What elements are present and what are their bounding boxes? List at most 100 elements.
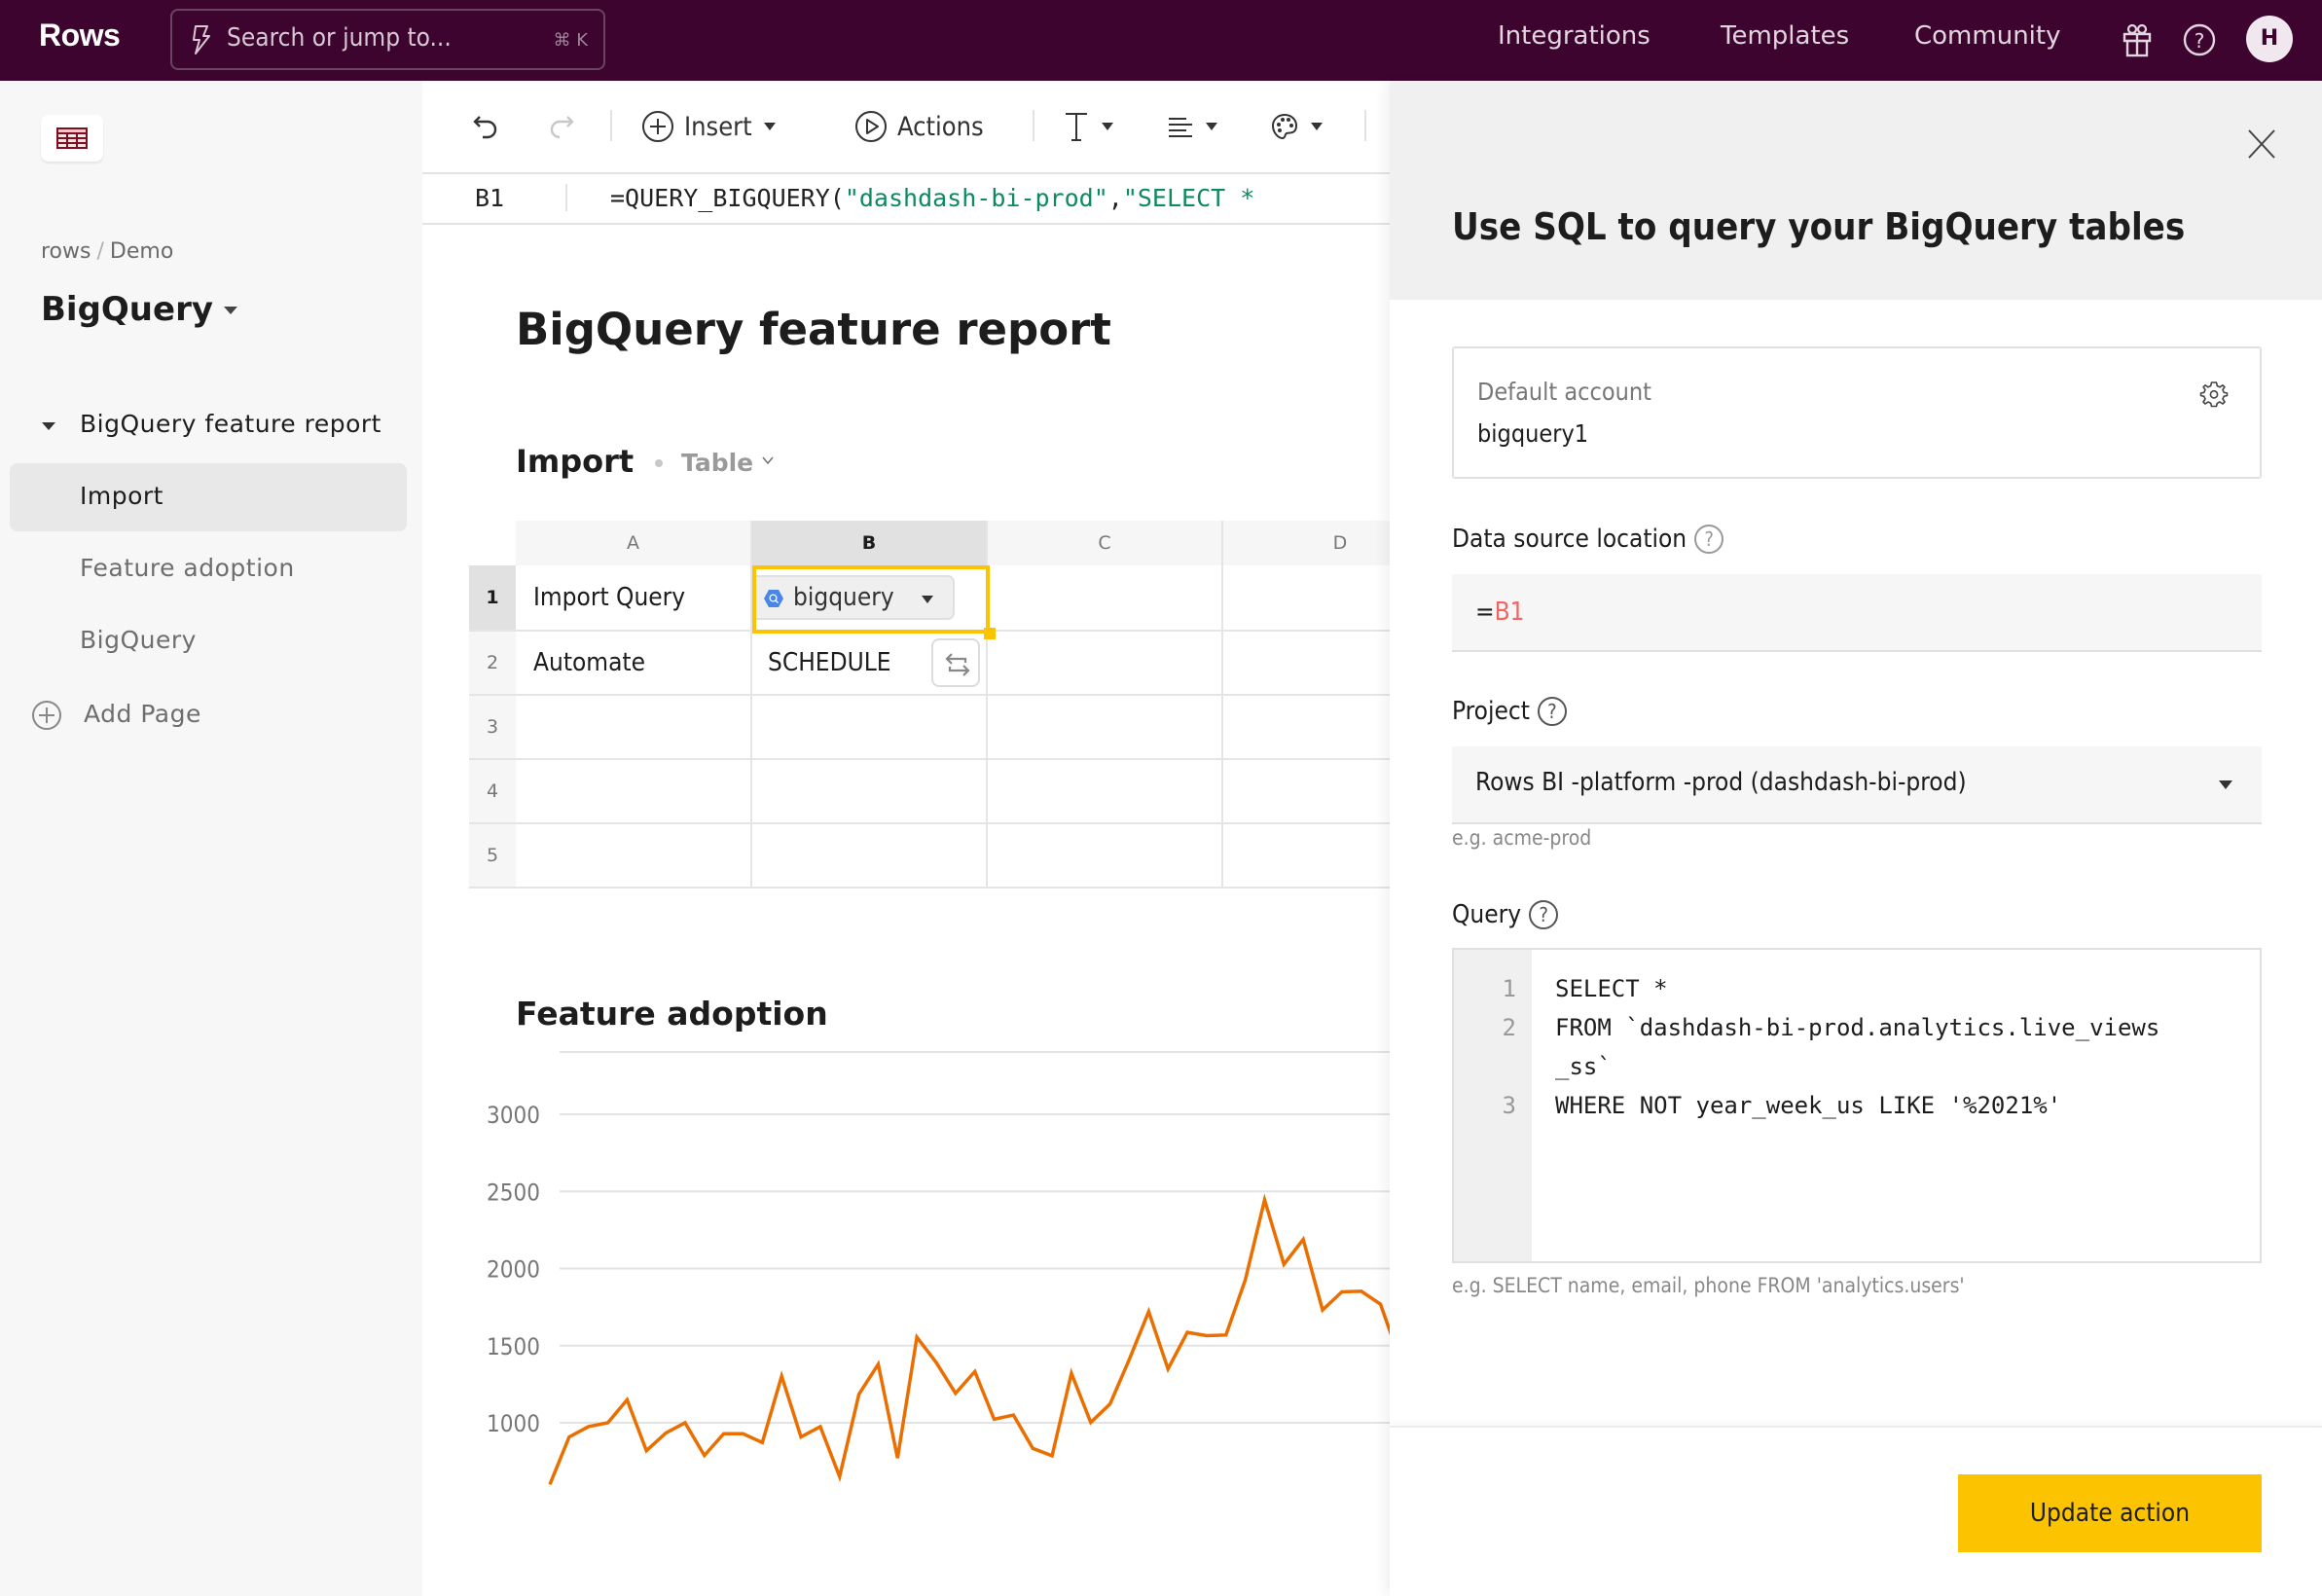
cell-d2[interactable]: [1223, 632, 1390, 696]
actions-button[interactable]: Actions: [854, 105, 984, 148]
undo-button[interactable]: [471, 105, 500, 148]
repeat-icon: [945, 653, 970, 676]
search-shortcut: ⌘ K: [553, 30, 588, 51]
query-label-text: Query: [1452, 900, 1522, 929]
close-icon[interactable]: [2246, 127, 2277, 161]
user-avatar[interactable]: H: [2246, 16, 2293, 62]
cell-c1[interactable]: [988, 565, 1223, 632]
text-format-button[interactable]: [1063, 105, 1113, 148]
caret-down-icon[interactable]: [42, 422, 55, 430]
help-icon[interactable]: ?: [1529, 900, 1559, 929]
schedule-button[interactable]: [931, 638, 980, 687]
help-icon[interactable]: ?: [2182, 21, 2217, 58]
cell-a4[interactable]: [516, 760, 752, 824]
cell-d3[interactable]: [1223, 696, 1390, 760]
redo-icon: [550, 116, 574, 139]
series-line-feature-adoption[interactable]: [548, 1193, 1390, 1486]
table-title[interactable]: Import: [516, 443, 634, 480]
query-editor[interactable]: 1 SELECT * 2 FROM `dashdash-bi-prod.anal…: [1452, 948, 2262, 1263]
cell-c3[interactable]: [988, 696, 1223, 760]
chart-canvas: 1000 1500 2000 2500 3000: [487, 1051, 1390, 1486]
sidebar-item-bigquery-feature-report[interactable]: BigQuery feature report: [10, 391, 407, 459]
row-header-4[interactable]: 4: [469, 760, 516, 824]
data-source-input[interactable]: =B1: [1452, 574, 2262, 652]
toolbar-divider: [610, 110, 612, 141]
sidebar-item-import[interactable]: Import: [10, 463, 407, 531]
panel-header: Use SQL to query your BigQuery tables: [1390, 81, 2322, 300]
insert-button[interactable]: Insert: [641, 105, 776, 148]
data-source-label-text: Data source location: [1452, 525, 1687, 554]
row-header-2[interactable]: 2: [469, 632, 516, 696]
code-line: WHERE NOT year_week_us LIKE '%2021%': [1555, 1092, 2062, 1119]
nav-community[interactable]: Community: [1914, 21, 2060, 51]
help-icon[interactable]: ?: [1537, 697, 1567, 726]
breadcrumb-demo[interactable]: Demo: [110, 239, 173, 264]
table-type-selector[interactable]: Table: [681, 449, 753, 477]
cell-c2[interactable]: [988, 632, 1223, 696]
column-header-b[interactable]: B: [752, 521, 988, 565]
palette-icon: [1271, 113, 1298, 140]
update-action-button[interactable]: Update action: [1958, 1474, 2262, 1552]
cell-a5[interactable]: [516, 824, 752, 889]
cell-d5[interactable]: [1223, 824, 1390, 889]
fill-handle[interactable]: [984, 628, 996, 639]
redo-button[interactable]: [547, 105, 576, 148]
add-page-button[interactable]: Add Page: [31, 694, 323, 737]
cell-c5[interactable]: [988, 824, 1223, 889]
toolbar-divider: [1364, 110, 1366, 141]
line-number: 1: [1502, 975, 1516, 1002]
align-button[interactable]: [1167, 105, 1217, 148]
chevron-down-icon[interactable]: [761, 453, 775, 467]
nav-templates[interactable]: Templates: [1721, 21, 1849, 51]
cell-b4[interactable]: [752, 760, 988, 824]
cell-b2[interactable]: SCHEDULE: [752, 632, 988, 696]
project-label: Project ?: [1452, 697, 1567, 726]
column-header-a[interactable]: A: [516, 521, 752, 565]
code-line: FROM `dashdash-bi-prod.analytics.live_vi…: [1555, 1014, 2160, 1041]
nav-integrations[interactable]: Integrations: [1498, 21, 1651, 51]
cell-reference[interactable]: B1: [475, 184, 504, 212]
search-placeholder: Search or jump to...: [227, 23, 452, 53]
project-hint: e.g. acme-prod: [1452, 826, 1592, 850]
feature-adoption-chart[interactable]: 1000 1500 2000 2500 3000: [467, 1032, 1390, 1596]
cell-b3[interactable]: [752, 696, 988, 760]
formula-input[interactable]: =QUERY_BIGQUERY("dashdash-bi-prod","SELE…: [610, 184, 1254, 212]
color-button[interactable]: [1270, 105, 1323, 148]
column-header-d[interactable]: D: [1223, 521, 1390, 565]
gift-icon[interactable]: [2120, 21, 2155, 58]
insert-label: Insert: [684, 111, 752, 142]
lightning-icon: [193, 25, 210, 54]
row-header-1[interactable]: 1: [469, 565, 516, 632]
cell-a1[interactable]: Import Query: [516, 565, 752, 632]
help-icon[interactable]: ?: [1694, 525, 1724, 554]
document-icon-tile[interactable]: [41, 115, 103, 162]
account-selector[interactable]: Default account bigquery1: [1452, 346, 2262, 479]
cell-b5[interactable]: [752, 824, 988, 889]
cell-d1[interactable]: [1223, 565, 1390, 632]
column-header-c[interactable]: C: [988, 521, 1223, 565]
breadcrumb: rows / Demo: [41, 239, 173, 264]
row-header-3[interactable]: 3: [469, 696, 516, 760]
cell-c4[interactable]: [988, 760, 1223, 824]
search-input[interactable]: Search or jump to... ⌘ K: [170, 9, 605, 70]
breadcrumb-rows[interactable]: rows: [41, 239, 91, 264]
project-select[interactable]: Rows BI -platform -prod (dashdash-bi-pro…: [1452, 746, 2262, 824]
page-title: BigQuery feature report: [516, 304, 1111, 355]
y-tick-label: 1500: [487, 1333, 540, 1360]
cell-a2[interactable]: Automate: [516, 632, 752, 696]
sidebar-item-bigquery[interactable]: BigQuery: [10, 607, 407, 675]
rows-logo[interactable]: Rows: [39, 18, 121, 54]
line-number: 2: [1502, 1014, 1516, 1041]
sidebar-item-feature-adoption[interactable]: Feature adoption: [10, 535, 407, 603]
workspace-title[interactable]: BigQuery: [41, 290, 213, 329]
cell-a3[interactable]: [516, 696, 752, 760]
sidebar: rows / Demo BigQuery BigQuery feature repo…: [0, 81, 422, 1596]
cell-d4[interactable]: [1223, 760, 1390, 824]
plus-circle-icon: [32, 701, 61, 730]
chevron-down-icon[interactable]: [224, 307, 237, 314]
caret-down-icon: [1102, 123, 1113, 130]
gear-icon[interactable]: [2199, 380, 2229, 409]
panel-footer: Update action: [1390, 1426, 2322, 1596]
row-header-5[interactable]: 5: [469, 824, 516, 889]
data-source-label: Data source location ?: [1452, 525, 1724, 554]
